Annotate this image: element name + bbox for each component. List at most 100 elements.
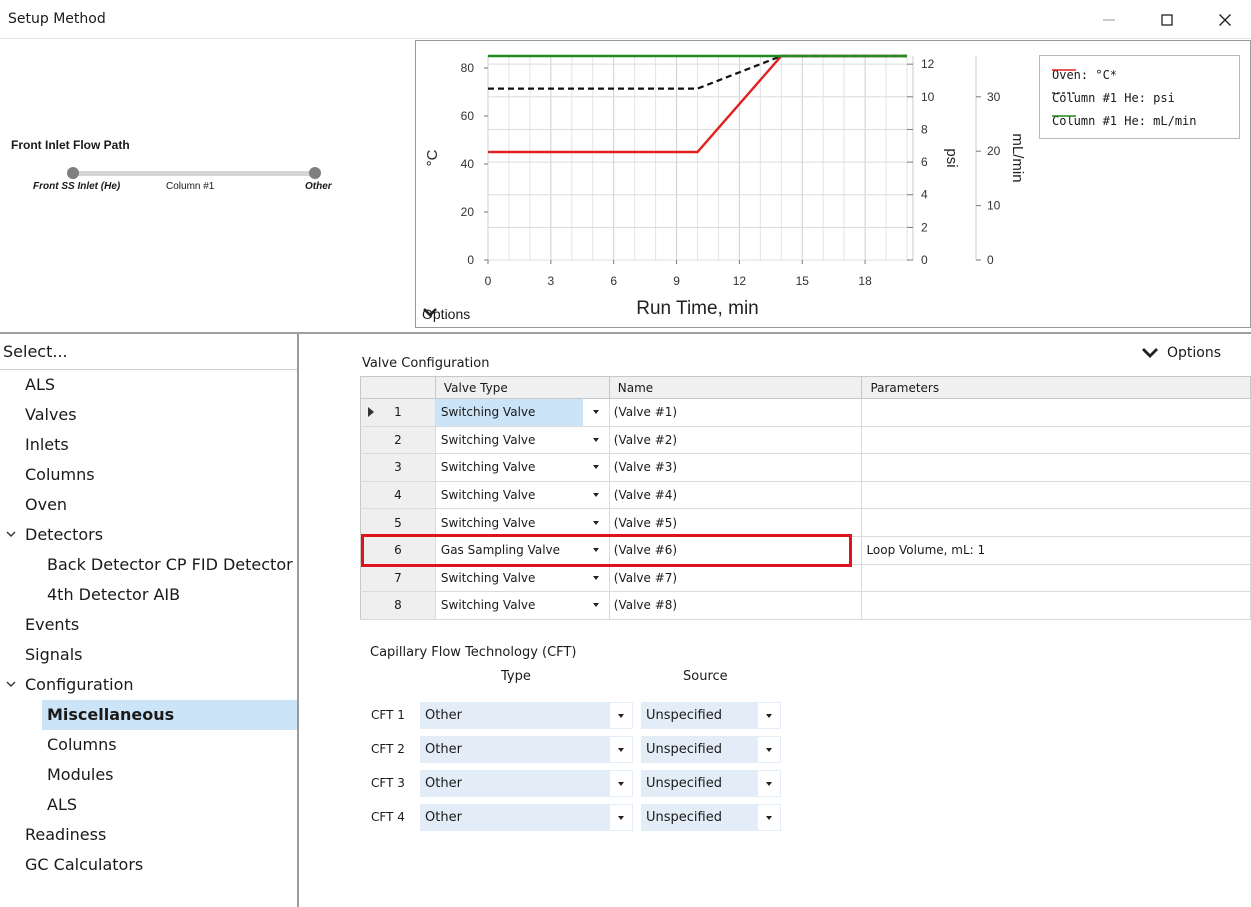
chevron-down-icon (592, 520, 599, 525)
valve-params-cell[interactable]: Loop Volume, mL: 1 (861, 535, 1251, 565)
valve-type-cell[interactable]: Switching Valve (434, 480, 610, 510)
valve-type-cell[interactable]: Gas Sampling Valve (434, 535, 610, 565)
cft-type-dropdown[interactable] (610, 737, 632, 762)
cft-type-dropdown[interactable] (610, 771, 632, 796)
row-number[interactable]: 4 (360, 480, 436, 510)
flow-end-node[interactable] (309, 167, 321, 179)
row-number[interactable]: 3 (360, 453, 436, 482)
sidebar-item-modules-sub[interactable]: Modules (42, 760, 114, 790)
valve-params-cell[interactable] (861, 453, 1251, 482)
valve-type-dropdown[interactable] (583, 482, 609, 509)
cft-source-select[interactable]: Unspecified (641, 736, 781, 763)
chevron-down-icon (618, 781, 624, 786)
valve-type-dropdown[interactable] (583, 565, 609, 592)
table-row[interactable]: 6 Gas Sampling Valve (Valve #6) Loop Volume… (360, 535, 1251, 565)
close-button[interactable] (1196, 0, 1251, 39)
chart-legend: Oven: °C* Column #1 He: psi Column #1 He… (1039, 55, 1240, 139)
cft-type-dropdown[interactable] (610, 703, 632, 728)
valve-name-cell[interactable]: (Valve #8) (608, 591, 863, 620)
column-header-valve-type: Valve Type (434, 376, 610, 399)
valve-name-cell[interactable]: (Valve #1) (608, 398, 863, 427)
valve-type-dropdown[interactable] (583, 427, 609, 454)
row-number[interactable]: 1 (360, 398, 436, 427)
sidebar-item-readiness[interactable]: Readiness (20, 820, 106, 850)
y0-tick-label: 40 (461, 157, 475, 171)
valve-type-cell[interactable]: Switching Valve (434, 425, 610, 455)
sidebar-item-columns[interactable]: Columns (20, 460, 95, 490)
row-number[interactable]: 7 (360, 563, 436, 593)
sidebar-item-label: Events (25, 615, 80, 634)
sidebar-item-miscellaneous-sub[interactable]: Miscellaneous (42, 700, 297, 730)
cft-type-select[interactable]: Other (420, 770, 633, 797)
cft-source-select[interactable]: Unspecified (641, 770, 781, 797)
sidebar-item-gc-calculators[interactable]: GC Calculators (20, 850, 143, 880)
cft-source-dropdown[interactable] (758, 771, 780, 796)
table-row[interactable]: 1 Switching Valve (Valve #1) (360, 398, 1251, 427)
valve-params-cell[interactable] (861, 508, 1251, 537)
table-row[interactable]: 3 Switching Valve (Valve #3) (360, 453, 1251, 482)
valve-params-cell[interactable] (861, 398, 1251, 427)
sidebar-item-4th-detector-aib-sub[interactable]: 4th Detector AIB (42, 580, 180, 610)
cft-type-select[interactable]: Other (420, 736, 633, 763)
row-number[interactable]: 2 (360, 425, 436, 455)
maximize-button[interactable] (1138, 0, 1196, 39)
sidebar-item-label: ALS (47, 795, 78, 814)
table-row[interactable]: 8 Switching Valve (Valve #8) (360, 591, 1251, 620)
sidebar-item-back-detector-cp-fid-detector-sub[interactable]: Back Detector CP FID Detector (42, 550, 293, 580)
sidebar-item-columns-sub[interactable]: Columns (42, 730, 117, 760)
y1-tick-label: 10 (921, 90, 935, 104)
valve-options-button[interactable]: Options (1141, 345, 1221, 361)
cft-source-dropdown[interactable] (758, 805, 780, 830)
sidebar-item-events[interactable]: Events (20, 610, 79, 640)
sidebar-item-valves[interactable]: Valves (20, 400, 77, 430)
table-row[interactable]: 4 Switching Valve (Valve #4) (360, 480, 1251, 510)
cft-type-dropdown[interactable] (610, 805, 632, 830)
chevron-down-icon[interactable] (6, 531, 16, 539)
minimize-button[interactable] (1080, 0, 1138, 39)
sidebar-item-configuration[interactable]: Configuration (6, 670, 134, 700)
sidebar-item-als[interactable]: ALS (20, 370, 55, 400)
cft-source-select[interactable]: Unspecified (641, 804, 781, 831)
valve-type-cell[interactable]: Switching Valve (434, 453, 610, 482)
row-number[interactable]: 6 (360, 535, 436, 565)
sidebar-item-als-sub[interactable]: ALS (42, 790, 77, 820)
valve-type-cell[interactable]: Switching Valve (434, 398, 610, 427)
valve-name-cell[interactable]: (Valve #5) (608, 508, 863, 537)
chart-options-button[interactable]: Options (422, 306, 470, 322)
valve-type-dropdown[interactable] (583, 592, 609, 619)
valve-type-dropdown[interactable] (583, 454, 609, 481)
cft-source-select[interactable]: Unspecified (641, 702, 781, 729)
table-row[interactable]: 7 Switching Valve (Valve #7) (360, 563, 1251, 593)
valve-type-cell[interactable]: Switching Valve (434, 563, 610, 593)
sidebar-item-oven[interactable]: Oven (20, 490, 67, 520)
cft-source-dropdown[interactable] (758, 703, 780, 728)
valve-type-dropdown[interactable] (583, 399, 609, 426)
row-number[interactable]: 5 (360, 508, 436, 537)
valve-name-cell[interactable]: (Valve #6) (608, 535, 863, 565)
valve-name-cell[interactable]: (Valve #3) (608, 453, 863, 482)
valve-type-cell[interactable]: Switching Valve (434, 508, 610, 537)
valve-type-dropdown[interactable] (583, 537, 609, 564)
chevron-down-icon[interactable] (6, 681, 16, 689)
valve-params-cell[interactable] (861, 480, 1251, 510)
table-row[interactable]: 2 Switching Valve (Valve #2) (360, 425, 1251, 455)
sidebar-item-signals[interactable]: Signals (20, 640, 82, 670)
valve-name-cell[interactable]: (Valve #7) (608, 563, 863, 593)
x-tick-label: 0 (485, 274, 492, 288)
valve-params-cell[interactable] (861, 425, 1251, 455)
valve-name-cell[interactable]: (Valve #4) (608, 480, 863, 510)
cft-source-dropdown[interactable] (758, 737, 780, 762)
valve-type-dropdown[interactable] (583, 509, 609, 536)
cft-type-select[interactable]: Other (420, 702, 633, 729)
cft-source-value: Unspecified (646, 742, 722, 757)
table-row[interactable]: 5 Switching Valve (Valve #5) (360, 508, 1251, 537)
sidebar-item-inlets[interactable]: Inlets (20, 430, 69, 460)
row-number[interactable]: 8 (360, 591, 436, 620)
valve-type-cell[interactable]: Switching Valve (434, 591, 610, 620)
valve-name-cell[interactable]: (Valve #2) (608, 425, 863, 455)
flow-start-node[interactable] (67, 167, 79, 179)
valve-params-cell[interactable] (861, 563, 1251, 593)
cft-type-select[interactable]: Other (420, 804, 633, 831)
sidebar-item-detectors[interactable]: Detectors (6, 520, 103, 550)
valve-params-cell[interactable] (861, 591, 1251, 620)
